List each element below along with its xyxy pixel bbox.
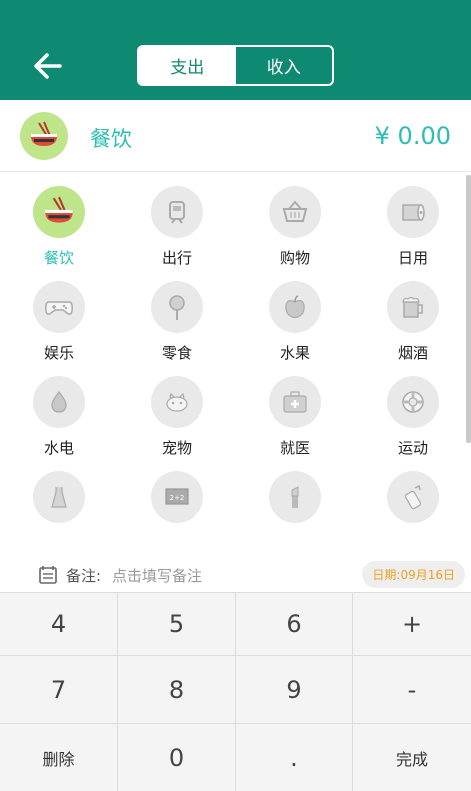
key-5[interactable]: 5 [118, 593, 236, 656]
key-minus[interactable]: - [353, 656, 471, 724]
water-drop-icon [33, 376, 85, 428]
key-6[interactable]: 6 [236, 593, 353, 656]
category-label: 餐饮 [43, 249, 74, 267]
amount-display: ¥ 0.00 [374, 122, 451, 150]
header-bar: 支出 收入 [0, 0, 471, 100]
key-decimal[interactable]: . [236, 724, 353, 791]
dress-icon [33, 471, 85, 523]
basket-icon [269, 186, 321, 238]
category-label: 水电 [43, 439, 74, 457]
selected-category-name: 餐饮 [90, 127, 132, 151]
pet-icon [151, 376, 203, 428]
category-item-dining[interactable]: 餐饮 [0, 173, 118, 268]
category-label: 烟酒 [397, 344, 428, 362]
category-label: 零食 [161, 344, 192, 362]
category-label: 购物 [279, 249, 310, 267]
key-plus[interactable]: + [353, 593, 471, 656]
back-button[interactable] [30, 48, 66, 84]
category-item-fruit[interactable]: 水果 [236, 268, 354, 363]
gamepad-icon [33, 281, 85, 333]
key-8[interactable]: 8 [118, 656, 236, 724]
category-item-utilities[interactable]: 水电 [0, 363, 118, 458]
train-icon [151, 186, 203, 238]
key-0[interactable]: 0 [118, 724, 236, 791]
category-item-sports[interactable]: 运动 [354, 363, 471, 458]
category-item-shopping[interactable]: 购物 [236, 173, 354, 268]
date-button[interactable]: 日期:09月16日 [362, 561, 465, 588]
category-item-pets[interactable]: 宠物 [118, 363, 236, 458]
category-grid: 餐饮 出行 购物 日用 娱乐 零食 水果 烟酒 水电 宠物 就医 运动 2+2 [0, 173, 471, 553]
note-row: 备注: 点击填写备注 日期:09月16日 [0, 558, 471, 592]
category-item-education[interactable]: 2+2 [118, 458, 236, 553]
tab-income[interactable]: 收入 [236, 47, 333, 84]
category-item-tobacco-alcohol[interactable]: 烟酒 [354, 268, 471, 363]
category-item-entertainment[interactable]: 娱乐 [0, 268, 118, 363]
category-label: 水果 [279, 344, 310, 362]
lipstick-icon [269, 471, 321, 523]
baby-bottle-icon [387, 471, 439, 523]
key-delete[interactable]: 删除 [0, 724, 118, 791]
category-item-daily[interactable]: 日用 [354, 173, 471, 268]
type-segmented-control: 支出 收入 [137, 45, 334, 86]
category-item-beauty[interactable] [236, 458, 354, 553]
note-label: 备注: [66, 567, 102, 585]
category-item-baby[interactable] [354, 458, 471, 553]
rice-bowl-icon [33, 186, 85, 238]
notepad-icon [39, 566, 57, 584]
category-label: 出行 [161, 249, 192, 267]
number-keypad: 4 5 6 + 7 8 9 - 删除 0 . 完成 [0, 592, 471, 791]
key-9[interactable]: 9 [236, 656, 353, 724]
note-input[interactable]: 点击填写备注 [112, 565, 202, 586]
category-label: 日用 [397, 249, 428, 267]
svg-text:2+2: 2+2 [170, 494, 185, 502]
category-item-transport[interactable]: 出行 [118, 173, 236, 268]
category-item-snacks[interactable]: 零食 [118, 268, 236, 363]
category-label: 就医 [279, 439, 310, 457]
apple-icon [269, 281, 321, 333]
category-item-clothing[interactable] [0, 458, 118, 553]
category-scrollbar[interactable] [466, 175, 471, 443]
key-done[interactable]: 完成 [353, 724, 471, 791]
beer-mug-icon [387, 281, 439, 333]
blackboard-icon: 2+2 [151, 471, 203, 523]
category-label: 运动 [397, 439, 428, 457]
category-label: 娱乐 [43, 344, 74, 362]
key-4[interactable]: 4 [0, 593, 118, 656]
selected-category-bar: 餐饮 ¥ 0.00 [0, 100, 471, 172]
tab-expense[interactable]: 支出 [139, 47, 236, 84]
tissue-roll-icon [387, 186, 439, 238]
arrow-left-icon [34, 53, 62, 79]
category-item-medical[interactable]: 就医 [236, 363, 354, 458]
medical-kit-icon [269, 376, 321, 428]
key-7[interactable]: 7 [0, 656, 118, 724]
lifebuoy-icon [387, 376, 439, 428]
category-label: 宠物 [161, 439, 192, 457]
rice-bowl-icon [20, 112, 68, 160]
lollipop-icon [151, 281, 203, 333]
